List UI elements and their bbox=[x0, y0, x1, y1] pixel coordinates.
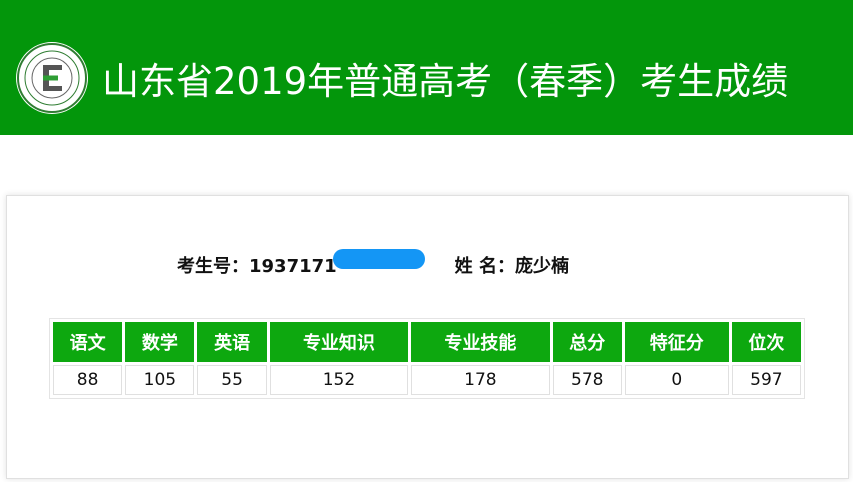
score-table: 语文 数学 英语 专业知识 专业技能 总分 特征分 位次 88 105 55 1… bbox=[49, 318, 805, 399]
candidate-id-value: 1937171 bbox=[249, 256, 337, 277]
column-header-chinese: 语文 bbox=[53, 322, 123, 362]
score-professional-skills: 178 bbox=[411, 365, 550, 395]
score-math: 105 bbox=[125, 365, 195, 395]
score-total: 578 bbox=[552, 365, 622, 395]
score-row: 88 105 55 152 178 578 0 597 bbox=[53, 365, 801, 395]
score-chinese: 88 bbox=[53, 365, 123, 395]
candidate-name-label: 姓 名： bbox=[454, 256, 515, 277]
page-title: 山东省2019年普通高考（春季）考生成绩 bbox=[102, 60, 789, 103]
candidate-name-value: 庞少楠 bbox=[514, 256, 569, 277]
exam-authority-seal-icon bbox=[16, 42, 88, 114]
score-panel: 考生号：1937171 姓 名：庞少楠 语文 数学 英语 专业知识 专业技能 总分… bbox=[6, 195, 849, 479]
column-header-professional-knowledge: 专业知识 bbox=[269, 322, 409, 362]
column-header-professional-skills: 专业技能 bbox=[411, 322, 550, 362]
candidate-id-label: 考生号： bbox=[177, 256, 249, 277]
column-header-bonus: 特征分 bbox=[624, 322, 729, 362]
column-header-math: 数学 bbox=[125, 322, 195, 362]
score-professional-knowledge: 152 bbox=[269, 365, 409, 395]
score-header-row: 语文 数学 英语 专业知识 专业技能 总分 特征分 位次 bbox=[53, 322, 801, 362]
column-header-total: 总分 bbox=[552, 322, 622, 362]
score-bonus: 0 bbox=[624, 365, 729, 395]
redaction-mark bbox=[332, 249, 425, 269]
score-english: 55 bbox=[197, 365, 267, 395]
candidate-info: 考生号：1937171 姓 名：庞少楠 bbox=[177, 249, 569, 282]
page-header: 山东省2019年普通高考（春季）考生成绩 bbox=[0, 0, 853, 135]
column-header-rank: 位次 bbox=[731, 322, 801, 362]
column-header-english: 英语 bbox=[197, 322, 267, 362]
score-rank: 597 bbox=[731, 365, 801, 395]
